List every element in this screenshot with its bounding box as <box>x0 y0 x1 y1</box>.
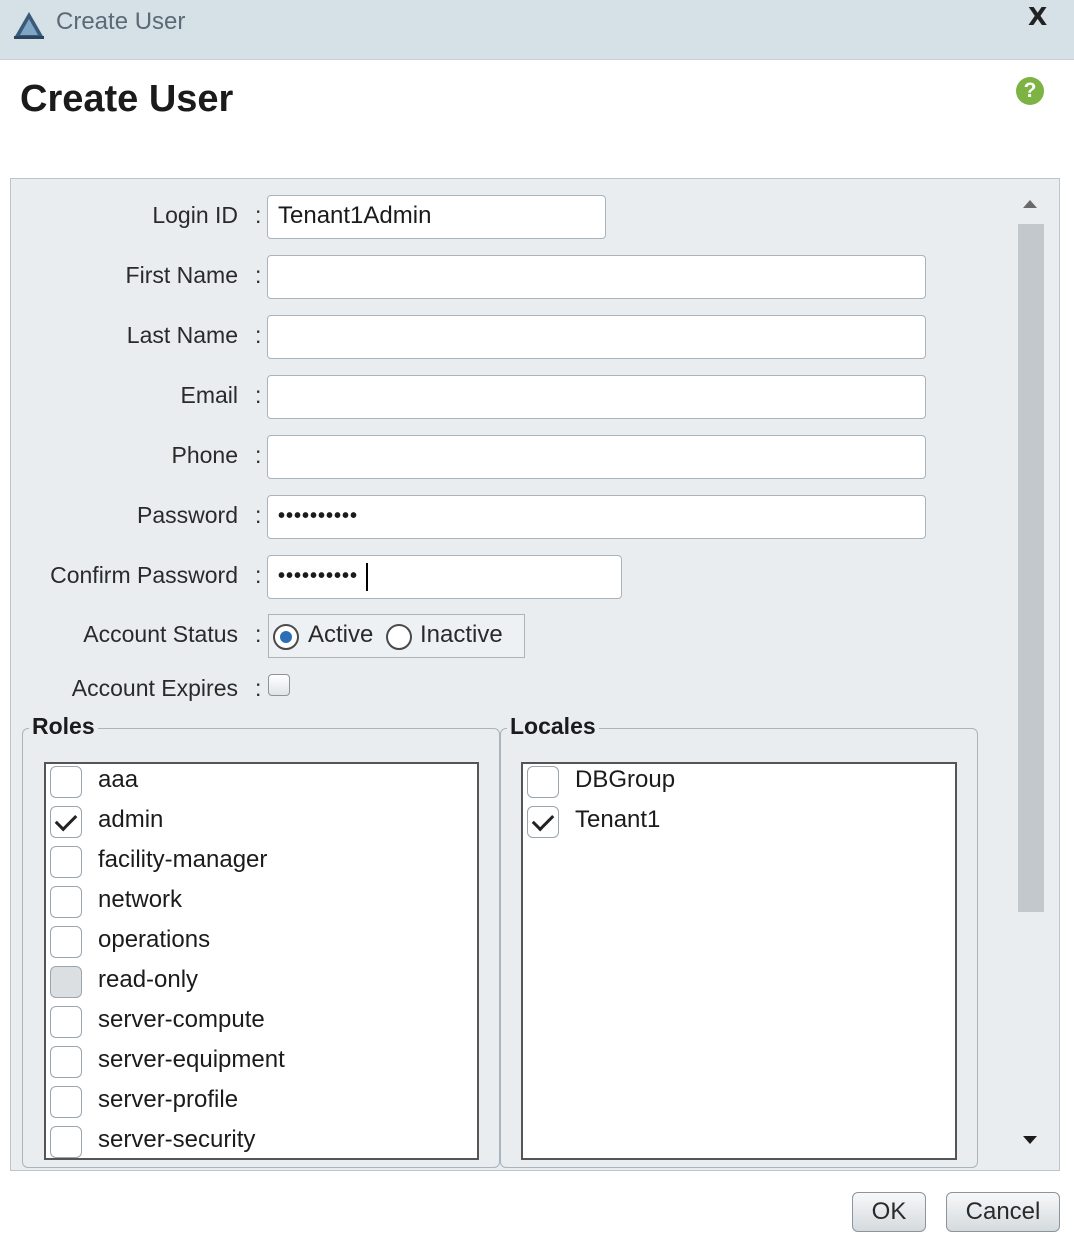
roles-item-label: network <box>98 886 183 913</box>
roles-list-item[interactable]: facility-manager <box>46 844 477 884</box>
cancel-button[interactable]: Cancel <box>946 1192 1060 1232</box>
roles-item-label: operations <box>98 926 211 953</box>
roles-item-label: facility-manager <box>98 846 268 873</box>
radio-inactive[interactable] <box>386 624 412 650</box>
roles-list-item[interactable]: network <box>46 884 477 924</box>
roles-item-label: aaa <box>98 766 139 793</box>
text-cursor <box>366 563 368 591</box>
scrollbar-thumb[interactable] <box>1018 224 1044 912</box>
roles-item-label: read-only <box>98 966 199 993</box>
roles-checkbox[interactable] <box>50 766 82 798</box>
phone-colon: : <box>255 442 262 468</box>
roles-checkbox[interactable] <box>50 886 82 918</box>
scroll-down-arrow-icon[interactable] <box>1023 1136 1037 1144</box>
roles-item-label: server-compute <box>98 1006 265 1033</box>
radio-active-label[interactable]: Active <box>308 621 373 649</box>
confirm-password-label: Confirm Password <box>50 562 238 588</box>
roles-checkbox[interactable] <box>50 926 82 958</box>
locales-item-label: DBGroup <box>575 766 676 793</box>
locales-item-label: Tenant1 <box>575 806 661 833</box>
account-status-colon: : <box>255 621 262 647</box>
radio-inactive-label[interactable]: Inactive <box>420 621 503 649</box>
roles-list-item[interactable]: server-equipment <box>46 1044 477 1084</box>
roles-checkbox[interactable] <box>50 1086 82 1118</box>
roles-checkbox[interactable] <box>50 1046 82 1078</box>
last-name-colon: : <box>255 322 262 348</box>
account-expires-label: Account Expires <box>71 675 238 701</box>
roles-list-item[interactable]: aaa <box>46 764 477 804</box>
roles-checkbox[interactable] <box>50 806 82 838</box>
roles-list-item[interactable]: server-profile <box>46 1084 477 1124</box>
last-name-label: Last Name <box>126 322 238 348</box>
roles-item-label: server-profile <box>98 1086 239 1113</box>
roles-checkbox[interactable] <box>50 846 82 878</box>
account-status-label: Account Status <box>83 621 238 647</box>
password-label: Password <box>137 502 238 528</box>
password-colon: : <box>255 502 262 528</box>
login-id-input[interactable]: Tenant1Admin <box>267 195 606 239</box>
locales-legend: Locales <box>507 713 599 740</box>
locales-list-item[interactable]: DBGroup <box>523 764 955 804</box>
confirm-password-colon: : <box>255 562 262 588</box>
first-name-input[interactable] <box>267 255 926 299</box>
first-name-colon: : <box>255 262 262 288</box>
account-expires-colon: : <box>255 675 262 701</box>
app-logo-icon <box>14 12 44 39</box>
roles-checkbox[interactable] <box>50 966 82 998</box>
roles-item-label: server-security <box>98 1126 256 1153</box>
close-button[interactable]: X <box>1028 2 1047 31</box>
roles-list-item[interactable]: server-compute <box>46 1004 477 1044</box>
email-colon: : <box>255 382 262 408</box>
ok-button[interactable]: OK <box>852 1192 926 1232</box>
roles-list: aaa admin facility-manager network operation… <box>44 762 479 1160</box>
locales-list: DBGroup Tenant1 <box>521 762 957 1160</box>
email-label: Email <box>180 382 238 408</box>
login-id-label: Login ID <box>152 202 238 228</box>
last-name-input[interactable] <box>267 315 926 359</box>
phone-label: Phone <box>171 442 238 468</box>
password-input[interactable]: •••••••••• <box>267 495 926 539</box>
confirm-password-input[interactable]: •••••••••• <box>267 555 622 599</box>
roles-list-item[interactable]: admin <box>46 804 477 844</box>
locales-checkbox[interactable] <box>527 806 559 838</box>
roles-item-label: server-equipment <box>98 1046 285 1073</box>
radio-active[interactable] <box>273 624 299 650</box>
login-id-colon: : <box>255 202 262 228</box>
roles-list-item[interactable]: operations <box>46 924 477 964</box>
roles-checkbox[interactable] <box>50 1126 82 1158</box>
roles-item-label: admin <box>98 806 164 833</box>
roles-legend: Roles <box>29 713 98 740</box>
locales-list-item[interactable]: Tenant1 <box>523 804 955 844</box>
email-input[interactable] <box>267 375 926 419</box>
page-title: Create User <box>20 78 234 120</box>
account-expires-checkbox[interactable] <box>268 674 290 696</box>
help-icon[interactable]: ? <box>1016 77 1044 105</box>
roles-list-item[interactable]: read-only <box>46 964 477 1004</box>
roles-list-item[interactable]: server-security <box>46 1124 477 1158</box>
phone-input[interactable] <box>267 435 926 479</box>
scroll-up-arrow-icon[interactable] <box>1023 200 1037 208</box>
locales-checkbox[interactable] <box>527 766 559 798</box>
first-name-label: First Name <box>125 262 238 288</box>
window-title: Create User <box>56 8 186 35</box>
roles-checkbox[interactable] <box>50 1006 82 1038</box>
